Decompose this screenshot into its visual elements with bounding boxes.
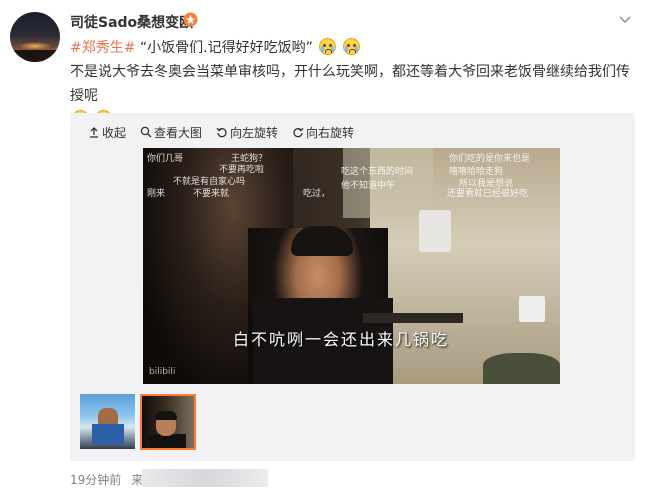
weibo-post-card: 司徒Sado桑想变欧 #郑秀生# “小饭骨们.记得好好吃饭哟” 不是说大爷去冬奥…: [0, 0, 650, 503]
post-body: 不是说大爷去冬奥会当菜单审核吗，开什么玩笑啊，都还等着大爷回来老饭骨继续给我们传…: [70, 64, 630, 104]
danmaku-comment: 还要看就已经很好吃: [447, 189, 529, 199]
blurred-source-redaction: [142, 469, 268, 487]
danmaku-comment: 吃过，: [303, 189, 331, 199]
danmaku-comment: 你们吃的是你来也是: [449, 154, 531, 164]
watermark-text: bilibili: [149, 367, 176, 377]
avatar[interactable]: [10, 12, 60, 62]
collapse-button[interactable]: 收起: [88, 123, 126, 141]
rotate-right-icon: [293, 127, 304, 138]
crying-emoji-icon: [319, 38, 337, 55]
avatar-horizon: [10, 50, 60, 62]
rotate-left-icon: [216, 127, 227, 138]
rotate-left-label: 向左旋转: [230, 125, 279, 140]
avatar-sunset-glow: [18, 42, 52, 50]
rotate-right-label: 向右旋转: [306, 125, 355, 140]
vip-star-icon[interactable]: [183, 12, 198, 27]
collapse-label: 收起: [102, 125, 127, 140]
magnifier-icon: [140, 126, 152, 138]
cutting-board: [363, 313, 463, 323]
crying-emoji-icon: [342, 38, 360, 55]
thumb-person-body: [148, 434, 186, 448]
danmaku-comment: 吃这个东西的时间: [341, 167, 414, 177]
topic-link[interactable]: #郑秀生#: [70, 40, 135, 56]
thumb-person-shirt: [92, 424, 124, 444]
post-text-line-1: #郑秀生# “小饭骨们.记得好好吃饭哟”: [70, 38, 360, 58]
danmaku-comment: 不要来就: [193, 189, 230, 199]
chef-hair: [291, 226, 353, 256]
wall-socket: [519, 296, 545, 322]
rotate-right-button[interactable]: 向右旋转: [292, 123, 354, 141]
vegetable-bowl: [483, 353, 560, 384]
post-time[interactable]: 19分钟前: [70, 473, 121, 487]
username-link[interactable]: 司徒Sado桑想变欧: [70, 12, 193, 32]
danmaku-comment: 他不知道中午: [341, 181, 396, 191]
water-heater: [419, 210, 451, 252]
rotate-left-button[interactable]: 向左旋转: [216, 123, 278, 141]
chevron-down-icon[interactable]: [617, 12, 633, 28]
thumbnail-2-selected[interactable]: [140, 394, 196, 450]
thumbnail-1[interactable]: [80, 394, 135, 449]
post-quote: “小饭骨们.记得好好吃饭哟”: [139, 40, 313, 56]
thumb-person-hair: [155, 411, 177, 420]
video-subtitle: 白不吭咧一会还出来几锅吃: [233, 330, 450, 349]
view-large-label: 查看大图: [154, 125, 203, 140]
expanded-photo[interactable]: 你们几哥 王蛇狗？ 不要再吃啦 不就是有自家心吗 刚来 不要来就 你们吃的是你来…: [143, 148, 560, 384]
media-toolbar: 收起 查看大图 向左旋转 向右旋转: [88, 123, 354, 141]
danmaku-comment: 刚来: [147, 189, 166, 199]
view-large-button[interactable]: 查看大图: [140, 123, 202, 141]
collapse-arrow-icon: [90, 127, 98, 138]
danmaku-comment: 你们几哥: [147, 154, 184, 164]
